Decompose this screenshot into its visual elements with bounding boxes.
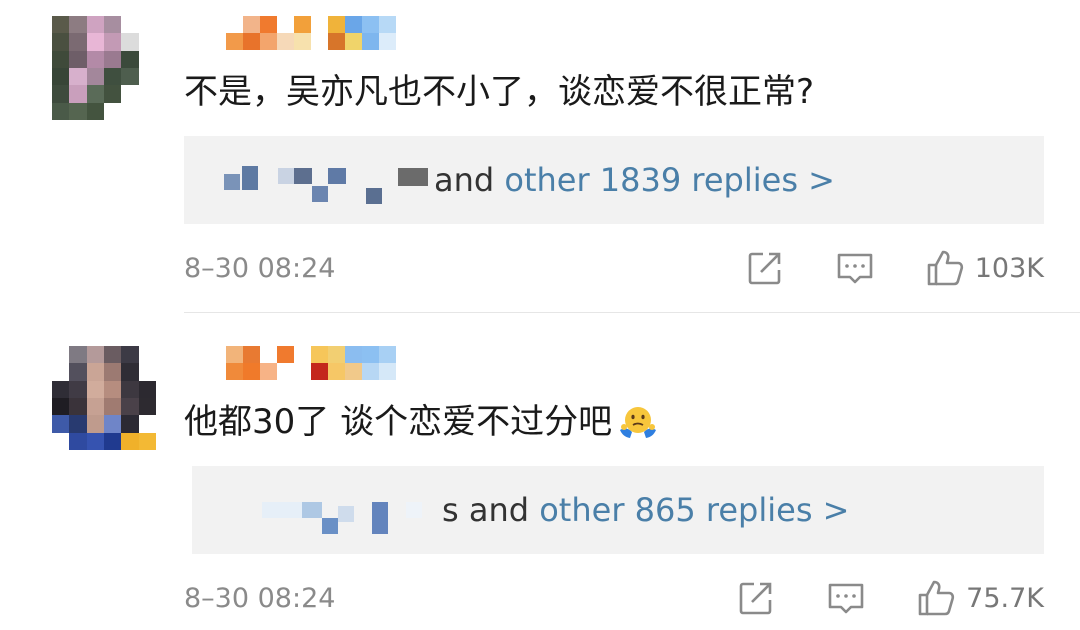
more-replies-link[interactable]: other 1839 replies > <box>504 161 835 199</box>
share-icon[interactable] <box>745 248 785 288</box>
more-replies-link[interactable]: other 865 replies > <box>539 491 849 529</box>
thumbs-up-icon[interactable] <box>916 578 956 618</box>
like-count: 75.7K <box>966 582 1044 614</box>
reply-icon[interactable] <box>835 248 875 288</box>
comment-meta: 8–30 08:24 103K <box>184 248 1044 288</box>
avatar[interactable] <box>52 16 156 120</box>
replies-preview[interactable]: s and other 865 replies > <box>192 466 1044 554</box>
replies-preview[interactable]: and other 1839 replies > <box>184 136 1044 224</box>
reply-icon[interactable] <box>826 578 866 618</box>
thumbs-up-icon[interactable] <box>925 248 965 288</box>
comment-item: 不是，吴亦凡也不小了，谈恋爱不很正常? and other 1839 repli… <box>0 0 1080 312</box>
divider <box>184 312 1080 313</box>
shrugging-face-emoji <box>620 407 657 438</box>
username-blurred[interactable] <box>226 346 396 380</box>
comment-text-body: 他都30了 谈个恋爱不过分吧 <box>184 402 613 442</box>
timestamp: 8–30 08:24 <box>184 582 336 614</box>
replies-prefix: and <box>434 161 505 199</box>
replier-names-blurred <box>224 136 434 224</box>
comment-text: 他都30了 谈个恋爱不过分吧 <box>184 400 658 444</box>
comment-meta: 8–30 08:24 75.7K <box>184 578 1044 618</box>
username-blurred[interactable] <box>226 16 396 50</box>
replier-names-blurred <box>232 466 442 554</box>
share-icon[interactable] <box>736 578 776 618</box>
comment-actions: 103K <box>745 248 1044 288</box>
comment-text: 不是，吴亦凡也不小了，谈恋爱不很正常? <box>184 72 815 112</box>
comment-item: 他都30了 谈个恋爱不过分吧 s and other 865 replies >… <box>0 318 1080 630</box>
comment-actions: 75.7K <box>736 578 1044 618</box>
avatar[interactable] <box>52 346 156 450</box>
timestamp: 8–30 08:24 <box>184 252 336 284</box>
replies-prefix: s and <box>442 491 540 529</box>
like-count: 103K <box>974 252 1044 284</box>
